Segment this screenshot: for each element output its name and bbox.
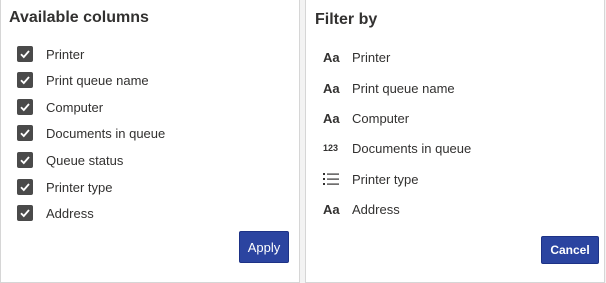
filter-option-label: Printer: [352, 49, 391, 65]
available-columns-panel: Available columns Printer Print queue na…: [0, 0, 300, 283]
text-type-icon: Aa: [323, 80, 340, 96]
checkbox-checked-icon[interactable]: [17, 72, 33, 88]
column-option-address[interactable]: Address: [17, 204, 94, 222]
column-option-print-queue-name[interactable]: Print queue name: [17, 71, 149, 89]
checkbox-checked-icon[interactable]: [17, 99, 33, 115]
filter-by-title: Filter by: [315, 11, 378, 28]
list-type-icon: [323, 172, 343, 186]
checkbox-checked-icon[interactable]: [17, 205, 33, 221]
filter-by-panel: Filter by Aa Printer Aa Print queue name…: [305, 0, 605, 283]
filter-option-print-queue-name[interactable]: Aa Print queue name: [323, 79, 455, 97]
column-option-printer[interactable]: Printer: [17, 45, 84, 63]
filter-option-documents-in-queue[interactable]: 123 Documents in queue: [323, 139, 471, 157]
column-option-label: Computer: [46, 99, 104, 115]
column-option-label: Address: [46, 205, 94, 221]
filter-option-label: Documents in queue: [352, 140, 472, 156]
filter-option-label: Print queue name: [352, 80, 455, 96]
text-type-icon: Aa: [323, 49, 340, 65]
column-option-label: Queue status: [46, 152, 124, 168]
number-type-icon: 123: [323, 143, 339, 153]
column-option-label: Documents in queue: [46, 125, 166, 141]
text-type-icon: Aa: [323, 110, 340, 126]
filter-option-printer-type[interactable]: Printer type: [323, 170, 418, 188]
column-option-documents-in-queue[interactable]: Documents in queue: [17, 124, 165, 142]
checkbox-checked-icon[interactable]: [17, 152, 33, 168]
column-option-label: Print queue name: [46, 72, 149, 88]
column-option-queue-status[interactable]: Queue status: [17, 151, 123, 169]
column-option-printer-type[interactable]: Printer type: [17, 178, 112, 196]
available-columns-title: Available columns: [9, 9, 149, 26]
filter-option-label: Printer type: [352, 171, 419, 187]
filter-option-label: Computer: [352, 110, 410, 126]
column-option-label: Printer type: [46, 179, 113, 195]
checkbox-checked-icon[interactable]: [17, 179, 33, 195]
column-option-label: Printer: [46, 46, 85, 62]
checkbox-checked-icon[interactable]: [17, 125, 33, 141]
filter-option-address[interactable]: Aa Address: [323, 200, 400, 218]
filter-option-computer[interactable]: Aa Computer: [323, 109, 409, 127]
column-option-computer[interactable]: Computer: [17, 98, 103, 116]
cancel-button[interactable]: Cancel: [541, 236, 599, 264]
filter-option-label: Address: [352, 201, 400, 217]
text-type-icon: Aa: [323, 201, 340, 217]
filter-option-printer[interactable]: Aa Printer: [323, 48, 390, 66]
apply-button[interactable]: Apply: [239, 231, 289, 263]
checkbox-checked-icon[interactable]: [17, 46, 33, 62]
